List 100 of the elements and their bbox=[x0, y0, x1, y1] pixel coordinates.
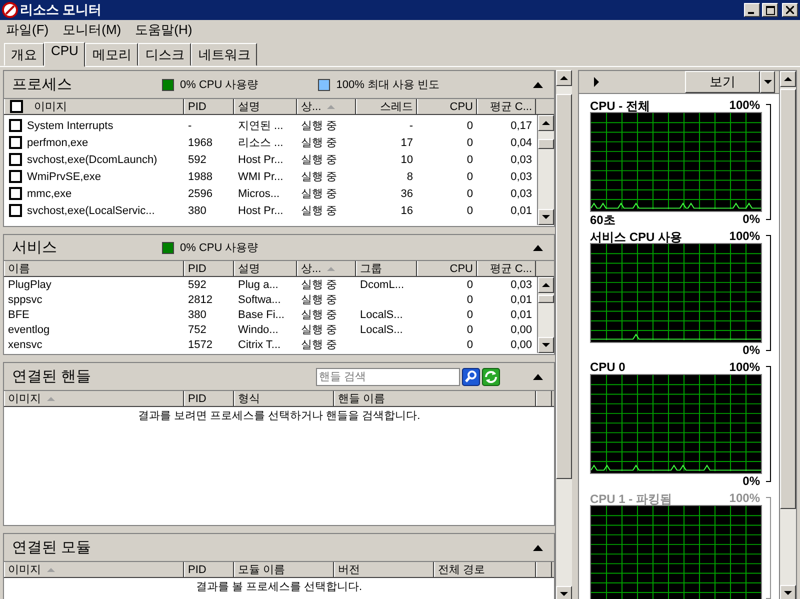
graph-title: CPU - 전체 bbox=[590, 98, 650, 112]
column-header[interactable]: 형식 bbox=[234, 391, 334, 406]
row-checkbox[interactable] bbox=[9, 204, 22, 217]
row-checkbox[interactable] bbox=[9, 153, 22, 166]
graph-title: CPU 0 bbox=[590, 360, 626, 374]
table-cell-text: 16 bbox=[400, 204, 414, 216]
column-header[interactable]: 평균 C... bbox=[477, 261, 536, 276]
menu-item[interactable]: 모니터(M) bbox=[62, 21, 122, 39]
scroll-thumb[interactable] bbox=[780, 89, 796, 509]
scroll-up-button[interactable] bbox=[538, 277, 554, 293]
refresh-button[interactable] bbox=[482, 368, 500, 386]
table-cell-text: 0 bbox=[466, 120, 474, 132]
column-header[interactable]: PID bbox=[184, 261, 234, 276]
view-button[interactable]: 보기 bbox=[685, 71, 760, 93]
row-checkbox[interactable] bbox=[9, 136, 22, 149]
table-cell: sppsvc bbox=[8, 294, 42, 306]
table-cell: mmc,exe bbox=[27, 188, 72, 200]
tab[interactable]: CPU bbox=[44, 42, 86, 67]
table-cell-text: 1988 bbox=[187, 170, 214, 182]
column-header[interactable]: 설명 bbox=[234, 261, 297, 276]
scroll-up-button[interactable] bbox=[538, 115, 554, 131]
table-cell: 실행 중 bbox=[301, 339, 338, 351]
select-all-checkbox[interactable] bbox=[10, 100, 23, 113]
maximize-icon bbox=[766, 6, 774, 14]
row-checkbox[interactable] bbox=[9, 187, 22, 200]
column-header[interactable]: 모듈 이름 bbox=[234, 562, 334, 577]
row-checkbox[interactable] bbox=[9, 119, 22, 132]
table-cell: 0,01 bbox=[510, 294, 532, 306]
column-header[interactable]: 이미지 bbox=[4, 99, 184, 114]
table-cell-text: 지연된 ... bbox=[237, 119, 284, 133]
graph-max-label: 100% bbox=[729, 491, 760, 505]
column-header[interactable]: 설명 bbox=[234, 99, 297, 114]
row-checkbox[interactable] bbox=[9, 170, 22, 183]
column-header[interactable]: CPU bbox=[417, 261, 477, 276]
column-header[interactable]: 버전 bbox=[334, 562, 434, 577]
scroll-thumb[interactable] bbox=[556, 94, 572, 479]
table-cell: Softwa... bbox=[238, 294, 281, 306]
scroll-down-button[interactable] bbox=[538, 337, 554, 353]
graph-min-label: 0% bbox=[742, 212, 760, 226]
table-cell-text: 10 bbox=[400, 154, 414, 166]
column-header[interactable]: PID bbox=[184, 391, 234, 406]
table-cell: 0 bbox=[466, 308, 473, 320]
graph-max-label: 100% bbox=[729, 98, 760, 112]
table-cell: perfmon,exe bbox=[27, 136, 88, 148]
tab[interactable]: 개요 bbox=[4, 43, 44, 66]
close-button[interactable] bbox=[782, 3, 798, 17]
table-cell-text: 0 bbox=[466, 170, 474, 182]
legend-label: 0% CPU 사용량 bbox=[180, 241, 258, 255]
table-cell-text: - bbox=[187, 120, 193, 132]
minimize-button[interactable] bbox=[744, 3, 760, 17]
menu-item[interactable]: 도움말(H) bbox=[135, 21, 192, 39]
column-header[interactable]: 상... bbox=[297, 99, 356, 114]
scroll-down-button[interactable] bbox=[538, 209, 554, 225]
table-cell: svchost,exe(DcomLaunch) bbox=[27, 154, 158, 166]
column-header[interactable]: PID bbox=[184, 99, 234, 114]
scroll-thumb[interactable] bbox=[538, 139, 554, 149]
down-arrow-icon bbox=[784, 591, 792, 595]
maximize-button[interactable] bbox=[762, 3, 778, 17]
menu-item[interactable]: 파일(F) bbox=[6, 21, 49, 39]
scroll-up-button[interactable] bbox=[780, 71, 796, 87]
column-header[interactable]: 이름 bbox=[4, 261, 184, 276]
column-header[interactable]: 상... bbox=[297, 261, 356, 276]
legend-label: 0% CPU 사용량 bbox=[180, 78, 258, 92]
tab[interactable]: 메모리 bbox=[85, 43, 138, 66]
view-dropdown-button[interactable] bbox=[760, 71, 775, 93]
column-header[interactable]: CPU bbox=[417, 99, 477, 114]
table-cell: 0 bbox=[466, 294, 473, 306]
tab[interactable]: 네트워크 bbox=[191, 43, 258, 66]
section-title: 연결된 핸들 bbox=[12, 367, 92, 386]
table-cell-text: 실행 중 bbox=[300, 136, 338, 150]
scroll-down-button[interactable] bbox=[556, 586, 572, 599]
table-cell-text: 8 bbox=[406, 170, 414, 182]
column-header[interactable]: 평균 C... bbox=[477, 99, 536, 114]
column-header[interactable]: PID bbox=[184, 562, 234, 577]
down-arrow-icon bbox=[560, 592, 568, 596]
table-cell: 0,03 bbox=[510, 278, 532, 290]
table-cell: Windo... bbox=[238, 324, 278, 336]
table-cell-text: 실행 중 bbox=[300, 170, 338, 184]
scroll-down-button[interactable] bbox=[780, 585, 796, 599]
table-cell-text: 리소스 ... bbox=[237, 136, 284, 150]
column-header[interactable]: 핸들 이름 bbox=[334, 391, 536, 406]
tab[interactable]: 디스크 bbox=[138, 43, 192, 66]
column-header[interactable]: 이미지 bbox=[4, 391, 184, 406]
column-header[interactable]: 이미지 bbox=[4, 562, 184, 577]
search-icon bbox=[462, 368, 480, 386]
table-cell-text: WMI Pr... bbox=[237, 170, 284, 182]
table-cell-text: 0,17 bbox=[510, 120, 533, 132]
scroll-thumb[interactable] bbox=[538, 295, 554, 303]
up-arrow-icon bbox=[784, 77, 792, 81]
handle-search-field[interactable]: 핸들 검색 bbox=[316, 368, 460, 386]
table-cell: 380 bbox=[188, 308, 206, 320]
table-cell-text: 36 bbox=[400, 188, 414, 200]
search-button[interactable] bbox=[462, 368, 480, 386]
column-header[interactable]: 전체 경로 bbox=[434, 562, 536, 577]
table-cell-text: 실행 중 bbox=[300, 119, 338, 133]
column-header[interactable]: 스레드 bbox=[356, 99, 417, 114]
column-header[interactable]: 그룹 bbox=[356, 261, 417, 276]
empty-message: 결과를 보려면 프로세스를 선택하거나 핸들을 검색합니다. bbox=[136, 409, 422, 423]
caret-icon bbox=[764, 80, 772, 84]
scroll-up-button[interactable] bbox=[556, 70, 572, 86]
